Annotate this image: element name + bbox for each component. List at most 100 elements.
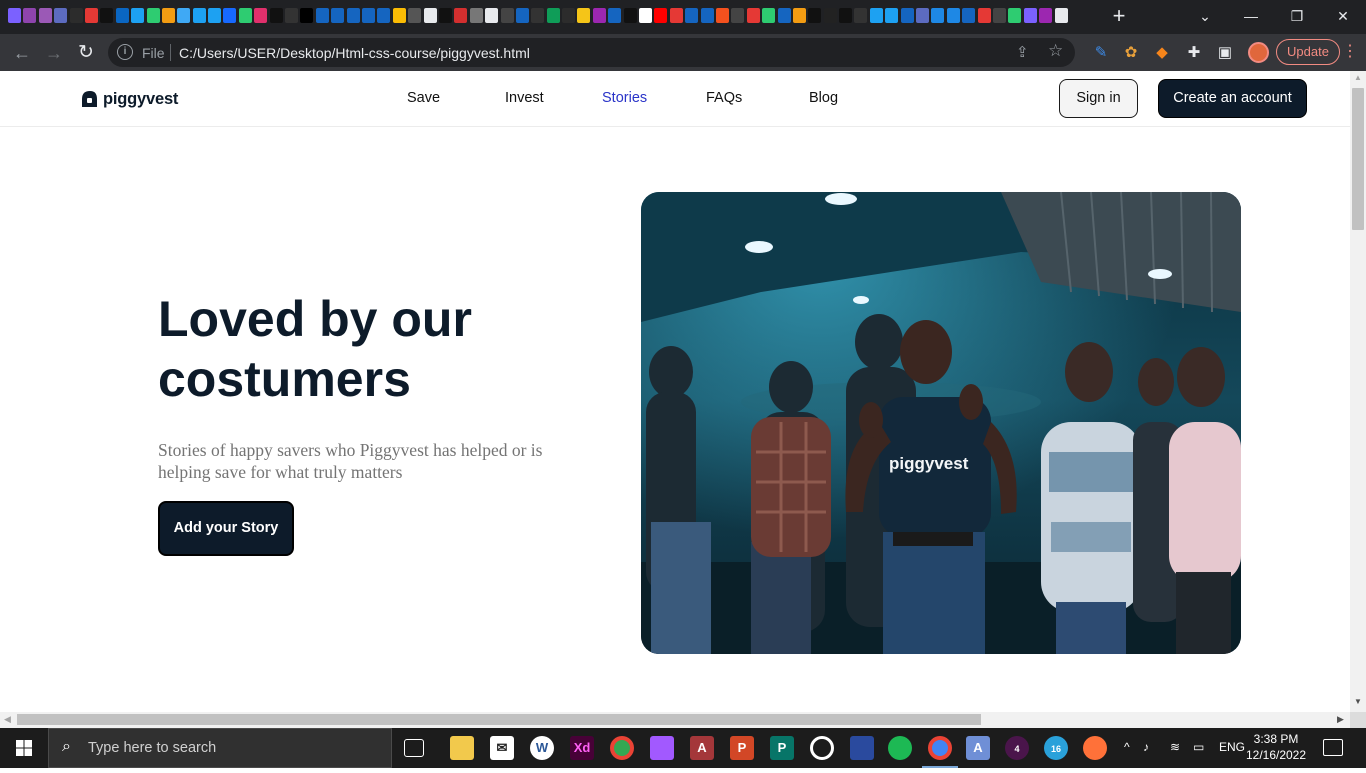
tab-favicon[interactable] (208, 8, 222, 23)
tab-favicon[interactable] (869, 8, 883, 23)
scroll-left-icon[interactable]: ◀ (4, 714, 11, 725)
nav-stories[interactable]: Stories (602, 90, 647, 106)
tab-favicon[interactable] (1023, 8, 1037, 23)
forward-icon[interactable]: → (40, 39, 68, 67)
nav-save[interactable]: Save (407, 90, 440, 106)
reload-icon[interactable]: ↻ (72, 39, 100, 67)
update-button[interactable]: Update (1276, 39, 1340, 65)
tab-favicon[interactable] (1008, 8, 1022, 23)
horizontal-scrollbar[interactable]: ◀ ▶ (0, 712, 1350, 728)
tab-favicon[interactable] (69, 8, 83, 23)
horizontal-scroll-thumb[interactable] (17, 714, 981, 725)
slack-icon[interactable]: 4 (1005, 736, 1029, 760)
tab-favicon[interactable] (392, 8, 406, 23)
tab-favicon[interactable] (177, 8, 191, 23)
profile-avatar[interactable] (1248, 42, 1269, 63)
app-launcher-icon[interactable]: A (966, 736, 990, 760)
extensions-puzzle-icon[interactable]: ✚ (1184, 43, 1204, 63)
sign-in-button[interactable]: Sign in (1059, 79, 1138, 118)
tab-favicon[interactable] (8, 8, 21, 23)
scroll-right-icon[interactable]: ▶ (1337, 714, 1344, 725)
notifications-icon[interactable] (1323, 739, 1343, 756)
tab-favicon[interactable] (823, 8, 837, 23)
tab-favicon[interactable] (762, 8, 776, 23)
tab-favicon[interactable] (408, 8, 422, 23)
tab-favicon[interactable] (685, 8, 699, 23)
tab-favicon[interactable] (900, 8, 914, 23)
tab-favicon[interactable] (731, 8, 745, 23)
tab-favicon[interactable] (515, 8, 529, 23)
metamask-fox-icon[interactable]: ◆ (1152, 43, 1172, 63)
tab-favicon[interactable] (669, 8, 683, 23)
tab-favicon[interactable] (331, 8, 345, 23)
tab-favicon[interactable] (192, 8, 206, 23)
nav-faqs[interactable]: FAQs (706, 90, 742, 106)
tab-favicon[interactable] (931, 8, 945, 23)
tab-favicon[interactable] (361, 8, 375, 23)
tab-favicon[interactable] (131, 8, 145, 23)
wifi-icon[interactable]: ≋ (1170, 740, 1180, 754)
tab-favicon[interactable] (1039, 8, 1053, 23)
tray-expand-icon[interactable]: ^ (1124, 740, 1130, 754)
spotify-icon[interactable] (888, 736, 912, 760)
volume-icon[interactable]: ♪ (1143, 740, 1149, 754)
tab-favicon[interactable] (608, 8, 622, 23)
tab-favicon[interactable] (315, 8, 329, 23)
tab-favicon[interactable] (485, 8, 499, 23)
minimize-icon[interactable]: — (1228, 0, 1274, 34)
tab-favicon[interactable] (469, 8, 483, 23)
taskbar-clock[interactable]: 3:38 PM 12/16/2022 (1244, 731, 1308, 763)
tab-favicon[interactable] (946, 8, 960, 23)
vertical-scroll-thumb[interactable] (1352, 88, 1364, 230)
tab-favicon[interactable] (115, 8, 129, 23)
tab-favicon[interactable] (777, 8, 791, 23)
tab-favicon[interactable] (654, 8, 668, 23)
tab-favicon[interactable] (285, 8, 299, 23)
access-icon[interactable]: A (690, 736, 714, 760)
tab-favicon[interactable] (300, 8, 314, 23)
tab-favicon[interactable] (223, 8, 237, 23)
powerpoint-icon[interactable]: P (730, 736, 754, 760)
add-story-button[interactable]: Add your Story (158, 501, 294, 556)
tab-favicon[interactable] (346, 8, 360, 23)
tab-favicon[interactable] (423, 8, 437, 23)
tab-search-icon[interactable]: ⌄ (1182, 0, 1228, 34)
bookmark-star-icon[interactable]: ☆ (1048, 41, 1063, 61)
scroll-up-icon[interactable]: ▲ (1354, 73, 1362, 82)
tab-favicon[interactable] (700, 8, 714, 23)
browser-menu-icon[interactable]: ⋮ (1342, 41, 1358, 61)
firefox-icon[interactable] (1083, 736, 1107, 760)
url-text[interactable]: C:/Users/USER/Desktop/Html-css-course/pi… (179, 45, 530, 61)
tab-favicon[interactable] (54, 8, 68, 23)
share-icon[interactable]: ⇪ (1016, 43, 1029, 61)
nav-blog[interactable]: Blog (809, 90, 838, 106)
start-button[interactable] (0, 728, 48, 768)
tab-favicon[interactable] (977, 8, 991, 23)
tab-favicon[interactable] (269, 8, 283, 23)
extension-pen-icon[interactable]: ✎ (1091, 43, 1111, 63)
chrome-icon[interactable] (610, 736, 634, 760)
new-tab-button[interactable]: + (1105, 3, 1133, 31)
tab-favicon[interactable] (623, 8, 637, 23)
tab-favicon[interactable] (100, 8, 114, 23)
scroll-down-icon[interactable]: ▼ (1354, 697, 1362, 706)
tab-favicon[interactable] (500, 8, 514, 23)
restore-icon[interactable]: ❐ (1274, 0, 1320, 34)
back-icon[interactable]: ← (8, 39, 36, 67)
extension-cookie-icon[interactable]: ✿ (1121, 43, 1141, 63)
address-bar[interactable]: i File C:/Users/USER/Desktop/Html-css-co… (108, 38, 1075, 67)
tab-favicon[interactable] (592, 8, 606, 23)
telegram-icon[interactable]: 16 (1044, 736, 1068, 760)
tab-favicon[interactable] (438, 8, 452, 23)
tab-favicon[interactable] (38, 8, 52, 23)
tab-favicon[interactable] (1054, 8, 1068, 23)
close-window-icon[interactable]: ✕ (1320, 0, 1366, 34)
figma-icon[interactable] (650, 736, 674, 760)
task-view-icon[interactable] (404, 739, 424, 757)
tab-favicon[interactable] (885, 8, 899, 23)
tab-favicon[interactable] (577, 8, 591, 23)
tab-favicon[interactable] (792, 8, 806, 23)
tab-favicon[interactable] (454, 8, 468, 23)
photos-icon[interactable] (850, 736, 874, 760)
tab-favicon[interactable] (993, 8, 1006, 23)
